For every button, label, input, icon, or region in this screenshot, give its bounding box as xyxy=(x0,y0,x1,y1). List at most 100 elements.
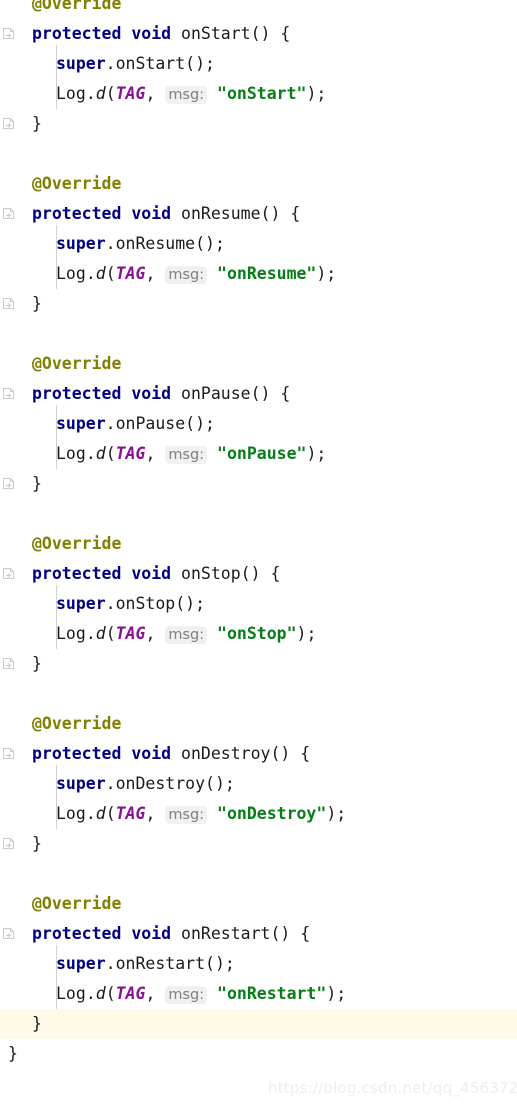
code-line-text: protected void onRestart() { xyxy=(0,919,310,949)
code-line[interactable]: super.onStart(); xyxy=(0,49,517,79)
keyword-super: super xyxy=(56,774,106,793)
parens: () xyxy=(250,384,281,403)
dot: . xyxy=(85,444,96,463)
code-line[interactable] xyxy=(0,139,517,169)
code-line[interactable]: @Override xyxy=(0,889,517,919)
code-line[interactable]: super.onPause(); xyxy=(0,409,517,439)
code-line-text: } xyxy=(0,1039,18,1069)
paren-open: ( xyxy=(105,984,116,1003)
code-line[interactable]: protected void onDestroy() { xyxy=(0,739,517,769)
code-line[interactable]: @Override xyxy=(0,709,517,739)
code-line[interactable]: @Override xyxy=(0,169,517,199)
code-line-text: Log.d(TAG, msg: "onStop"); xyxy=(0,619,316,650)
code-line[interactable] xyxy=(0,859,517,889)
code-line[interactable]: } xyxy=(0,829,517,859)
code-line[interactable]: Log.d(TAG, msg: "onStart"); xyxy=(0,79,517,109)
method-name: onResume xyxy=(181,204,261,223)
tag-constant: TAG xyxy=(115,804,146,823)
comma: , xyxy=(145,84,166,103)
blank xyxy=(8,684,18,703)
code-line[interactable]: } xyxy=(0,109,517,139)
paren-open: ( xyxy=(105,804,116,823)
keyword-protected: protected xyxy=(32,564,122,583)
log-method: d xyxy=(95,624,106,643)
parens: () xyxy=(270,924,301,943)
code-line[interactable]: @Override xyxy=(0,0,517,19)
keyword-super: super xyxy=(56,954,106,973)
brace-open: { xyxy=(270,564,281,583)
code-line[interactable]: Log.d(TAG, msg: "onPause"); xyxy=(0,439,517,469)
annotation-token: @Override xyxy=(32,174,122,193)
code-line[interactable] xyxy=(0,499,517,529)
paren-open: ( xyxy=(105,84,116,103)
code-line[interactable] xyxy=(0,679,517,709)
brace-open: { xyxy=(280,24,291,43)
log-method: d xyxy=(95,984,106,1003)
keyword-super: super xyxy=(56,414,106,433)
code-line[interactable]: } xyxy=(0,469,517,499)
method-call: onStop xyxy=(115,594,176,613)
code-line-text: } xyxy=(0,649,42,679)
log-class: Log xyxy=(56,804,86,823)
code-line[interactable]: } xyxy=(0,289,517,319)
code-line[interactable]: protected void onPause() { xyxy=(0,379,517,409)
call-terminator: (); xyxy=(185,54,215,73)
call-terminator: (); xyxy=(175,594,206,613)
string-literal: "onDestroy" xyxy=(217,804,327,823)
string-literal: "onStart" xyxy=(217,84,307,103)
code-line[interactable]: @Override xyxy=(0,529,517,559)
code-line[interactable]: } xyxy=(0,1039,517,1069)
code-line[interactable]: super.onDestroy(); xyxy=(0,769,517,799)
code-editor[interactable]: @Override protected void onStart() {super… xyxy=(0,0,517,1112)
log-class: Log xyxy=(56,264,86,283)
code-line[interactable]: super.onResume(); xyxy=(0,229,517,259)
code-line[interactable]: Log.d(TAG, msg: "onResume"); xyxy=(0,259,517,289)
parens: () xyxy=(250,24,281,43)
call-terminator: (); xyxy=(195,234,225,253)
code-line-text: protected void onPause() { xyxy=(0,379,290,409)
code-line[interactable]: protected void onStop() { xyxy=(0,559,517,589)
method-name: onRestart xyxy=(181,924,271,943)
code-line[interactable]: protected void onStart() { xyxy=(0,19,517,49)
keyword-protected: protected xyxy=(32,384,122,403)
blank xyxy=(8,504,18,523)
code-line-text xyxy=(0,139,18,169)
code-line[interactable]: } xyxy=(0,649,517,679)
code-line[interactable]: Log.d(TAG, msg: "onStop"); xyxy=(0,619,517,649)
keyword-super: super xyxy=(56,54,106,73)
blank xyxy=(8,144,18,163)
keyword-void: void xyxy=(131,564,172,583)
log-class: Log xyxy=(56,444,86,463)
code-line[interactable]: protected void onRestart() { xyxy=(0,919,517,949)
code-content[interactable]: @Override protected void onStart() {super… xyxy=(0,0,517,1112)
code-line[interactable]: protected void onResume() { xyxy=(0,199,517,229)
comma: , xyxy=(145,264,166,283)
code-line[interactable]: super.onRestart(); xyxy=(0,949,517,979)
code-line[interactable]: Log.d(TAG, msg: "onRestart"); xyxy=(0,979,517,1009)
watermark: https://blog.csdn.net/qq_45637283 xyxy=(268,1079,517,1097)
code-line-text: protected void onResume() { xyxy=(0,199,300,229)
keyword-void: void xyxy=(131,744,172,763)
code-line[interactable]: } xyxy=(0,1009,517,1039)
brace-close: } xyxy=(32,1014,42,1033)
code-line-text: super.onDestroy(); xyxy=(0,769,235,799)
call-terminator: ); xyxy=(326,984,347,1003)
method-call: onRestart xyxy=(115,954,206,973)
code-line[interactable]: super.onStop(); xyxy=(0,589,517,619)
keyword-protected: protected xyxy=(32,924,122,943)
tag-constant: TAG xyxy=(115,444,146,463)
code-line[interactable]: @Override xyxy=(0,349,517,379)
brace-close: } xyxy=(32,114,42,133)
annotation-token: @Override xyxy=(32,0,122,13)
code-line-text xyxy=(0,319,18,349)
dot: . xyxy=(105,594,116,613)
log-method: d xyxy=(95,264,106,283)
code-line[interactable] xyxy=(0,319,517,349)
comma: , xyxy=(145,984,166,1003)
code-line[interactable]: Log.d(TAG, msg: "onDestroy"); xyxy=(0,799,517,829)
indent-guide xyxy=(56,405,57,469)
